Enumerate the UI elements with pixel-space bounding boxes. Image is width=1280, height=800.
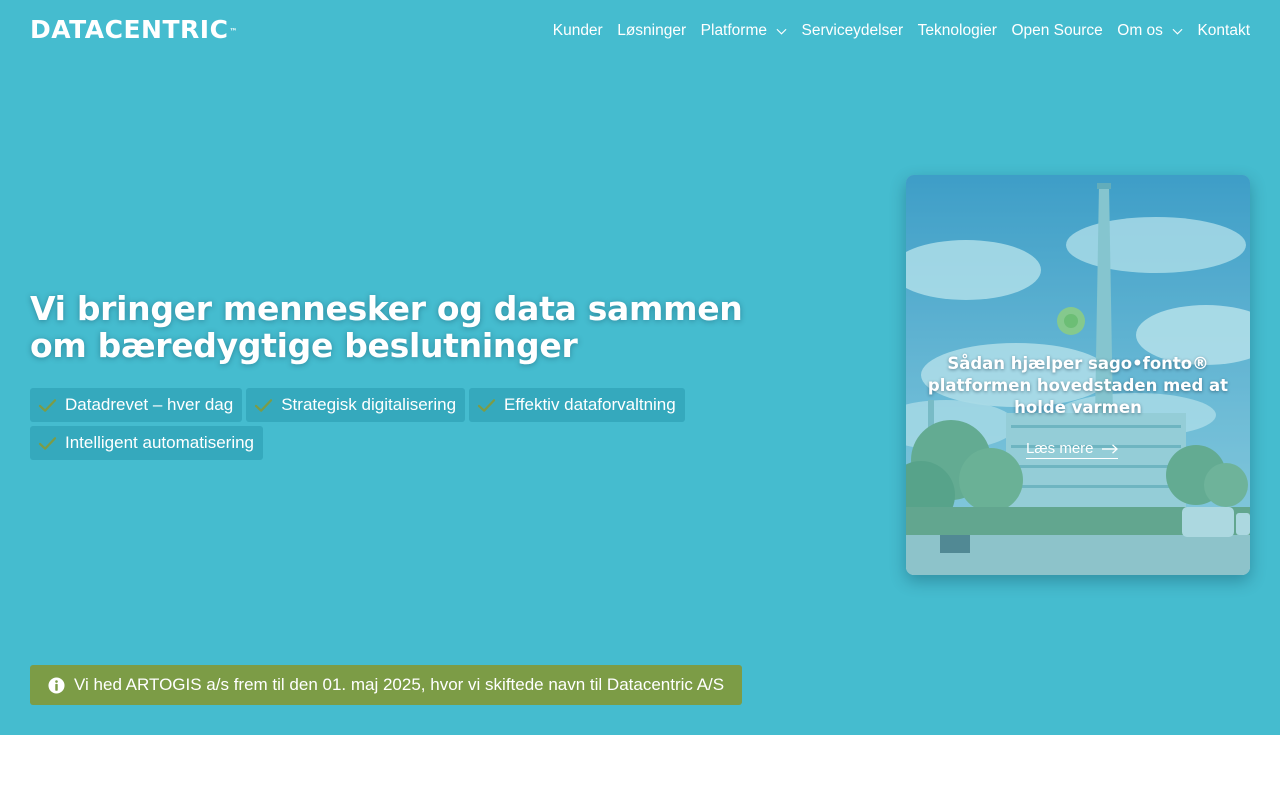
nav-item-open-source[interactable]: Open Source <box>1011 22 1102 40</box>
nav-item-label: Serviceydelser <box>801 22 904 39</box>
check-icon <box>38 436 57 450</box>
feature-tag-label: Datadrevet – hver dag <box>65 395 234 414</box>
notice-text: Vi hed ARTOGIS a/s frem til den 01. maj … <box>74 675 725 694</box>
feature-tag-label: Effektiv dataforvaltning <box>504 395 676 414</box>
main-nav: Kunder Løsninger Platforme Serviceydelse… <box>553 20 1250 42</box>
read-more-label: Læs mere <box>1026 440 1094 457</box>
brand-logo-text: DATACENTRIC <box>30 15 229 44</box>
chevron-down-icon <box>776 28 787 35</box>
hero-headline: Vi bringer mennesker og data sammen om b… <box>30 289 743 365</box>
feature-tag: Effektiv dataforvaltning <box>469 388 685 422</box>
chevron-down-icon <box>1172 28 1183 35</box>
nav-item-serviceydelser[interactable]: Serviceydelser <box>802 22 904 40</box>
nav-item-label: Teknologier <box>917 22 997 39</box>
feature-tag: Datadrevet – hver dag <box>30 388 243 422</box>
nav-item-label: Løsninger <box>617 22 687 39</box>
info-icon <box>48 676 65 694</box>
nav-item-losninger[interactable]: Løsninger <box>617 22 686 40</box>
nav-item-om-os[interactable]: Om os <box>1117 22 1183 40</box>
nav-item-label: Om os <box>1117 22 1163 39</box>
nav-item-platforme[interactable]: Platforme <box>701 22 787 40</box>
arrow-right-icon <box>1101 443 1118 454</box>
feature-tag: Intelligent automatisering <box>30 426 264 460</box>
feature-tag-label: Intelligent automatisering <box>65 433 255 452</box>
nav-item-label: Kontakt <box>1197 22 1250 39</box>
nav-item-kontakt[interactable]: Kontakt <box>1197 22 1250 40</box>
rename-notice: Vi hed ARTOGIS a/s frem til den 01. maj … <box>30 665 743 705</box>
nav-item-kunder[interactable]: Kunder <box>553 22 603 40</box>
brand-logo[interactable]: DATACENTRIC™ <box>30 16 238 44</box>
check-icon <box>255 398 273 412</box>
nav-item-label: Platforme <box>700 22 767 39</box>
nav-item-teknologier[interactable]: Teknologier <box>918 22 997 40</box>
nav-item-label: Kunder <box>552 22 603 39</box>
check-icon <box>38 398 57 412</box>
feature-tag: Strategisk digitalisering <box>246 388 466 422</box>
check-icon <box>477 398 496 412</box>
read-more-link[interactable]: Læs mere <box>1026 440 1118 459</box>
nav-item-label: Open Source <box>1011 22 1103 39</box>
card-title: Sådan hjælper sago•fonto® platformen hov… <box>927 354 1229 417</box>
feature-tag-label: Strategisk digitalisering <box>281 395 457 414</box>
hero-section: DATACENTRIC™ Kunder Løsninger Platforme … <box>0 0 1280 735</box>
feature-tags: Datadrevet – hver dag Strategisk digital… <box>30 388 790 464</box>
brand-trademark: ™ <box>229 27 238 36</box>
featured-case-card[interactable]: Sådan hjælper sago•fonto® platformen hov… <box>906 175 1250 575</box>
